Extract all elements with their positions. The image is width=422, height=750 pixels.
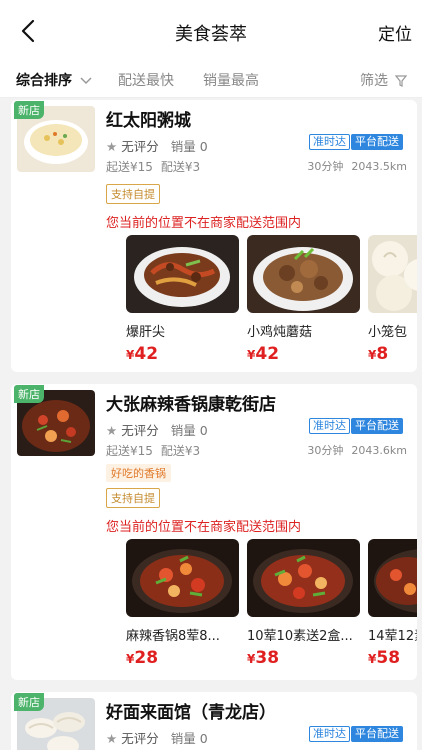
delivery-time: 30分钟 [307, 444, 344, 457]
rating-text: 无评分 [121, 731, 159, 746]
sort-top-sales[interactable]: 销量最高 [203, 70, 259, 90]
dish-name: 爆肝尖 [126, 325, 166, 340]
delivery-time: 30分钟 [307, 160, 344, 173]
new-badge: 新店 [14, 101, 44, 119]
shop-name: 好面来面馆（青龙店） [106, 703, 276, 723]
star-icon: ★ [106, 731, 118, 746]
dish-image [126, 235, 239, 313]
filter-icon [395, 75, 408, 87]
nav-bar: 美食荟萃 定位 [0, 0, 422, 62]
min-order: 起送¥15 [106, 444, 153, 458]
dish-price: ¥42 [126, 344, 239, 364]
star-icon: ★ [106, 423, 118, 438]
distance: 2043.5km [351, 160, 407, 173]
sales-count: 销量 0 [170, 139, 208, 154]
dish-item[interactable]: 小笼包 ¥8 [368, 235, 417, 364]
rating-text: 无评分 [121, 423, 159, 438]
time-distance: 30分钟 2043.6km [307, 442, 407, 458]
sales-count: 销量 0 [170, 423, 208, 438]
dish-item[interactable]: 小鸡炖蘑菇 ¥42 [247, 235, 360, 364]
dish-price: ¥38 [247, 648, 360, 668]
shop-card[interactable]: 新店 好面来面馆（青龙店） ★ 无评分 销量 0 准时达 平台配送 [11, 692, 417, 750]
sales-count: 销量 0 [170, 731, 208, 746]
on-time-tag: 准时达 [309, 726, 350, 742]
new-badge: 新店 [14, 385, 44, 403]
sort-comprehensive-label: 综合排序 [16, 73, 72, 89]
dish-item[interactable]: 麻辣香锅8荤8... ¥28 [126, 539, 239, 668]
dish-image [368, 539, 417, 617]
pickup-tag: 支持自提 [106, 184, 160, 204]
promo-tag: 好吃的香锅 [106, 464, 171, 482]
shop-name: 大张麻辣香锅康乾街店 [106, 395, 276, 415]
rating-row: ★ 无评分 销量 0 [106, 136, 208, 155]
dish-name: 小鸡炖蘑菇 [247, 325, 313, 340]
dish-item[interactable]: 10荤10素送2盒... ¥38 [247, 539, 360, 668]
dish-image [368, 235, 417, 313]
price-value: 42 [134, 344, 159, 364]
price-value: 8 [376, 344, 389, 364]
on-time-tag: 准时达 [309, 134, 350, 150]
min-order: 起送¥15 [106, 160, 153, 174]
time-distance: 30分钟 2043.5km [307, 158, 407, 174]
filter-button[interactable]: 筛选 [360, 70, 408, 90]
shop-name: 红太阳粥城 [106, 111, 191, 131]
dish-name: 14荤12素 [368, 629, 417, 644]
fee-row: 起送¥15 配送¥3 [106, 442, 200, 459]
rating-row: ★ 无评分 销量 0 [106, 420, 208, 439]
new-badge: 新店 [14, 693, 44, 711]
price-value: 38 [255, 648, 280, 668]
delivery-fee: 配送¥3 [160, 444, 201, 458]
dish-price: ¥8 [368, 344, 417, 364]
dish-name: 小笼包 [368, 325, 408, 340]
rating-text: 无评分 [121, 139, 159, 154]
delivery-warning: 您当前的位置不在商家配送范围内 [106, 216, 302, 231]
dish-name: 麻辣香锅8荤8... [126, 629, 220, 644]
on-time-tag: 准时达 [309, 418, 350, 434]
sort-fastest[interactable]: 配送最快 [118, 70, 174, 90]
price-value: 58 [376, 648, 401, 668]
shop-card[interactable]: 新店 红太阳粥城 ★ 无评分 销量 0 准时达 平台配送 起送¥15 配送¥3 30分… [11, 100, 417, 372]
dish-image [126, 539, 239, 617]
delivery-warning: 您当前的位置不在商家配送范围内 [106, 520, 302, 535]
platform-delivery-tag: 平台配送 [351, 418, 403, 434]
distance: 2043.6km [351, 444, 407, 457]
sort-comprehensive[interactable]: 综合排序 [16, 70, 92, 90]
dish-price: ¥42 [247, 344, 360, 364]
sort-bar: 综合排序 配送最快 销量最高 筛选 [0, 62, 422, 98]
platform-delivery-tag: 平台配送 [351, 134, 403, 150]
shop-card[interactable]: 新店 大张麻辣香锅康乾街店 ★ 无评分 销量 0 准时达 平台配送 起送¥15 配送¥… [11, 384, 417, 680]
price-value: 42 [255, 344, 280, 364]
dish-price: ¥58 [368, 648, 417, 668]
dish-name: 10荤10素送2盒... [247, 629, 353, 644]
dish-image [247, 235, 360, 313]
chevron-down-icon [80, 77, 92, 85]
delivery-fee: 配送¥3 [160, 160, 201, 174]
platform-delivery-tag: 平台配送 [351, 726, 403, 742]
rating-row: ★ 无评分 销量 0 [106, 728, 208, 747]
dish-image [247, 539, 360, 617]
dish-price: ¥28 [126, 648, 239, 668]
filter-label: 筛选 [360, 73, 388, 89]
page-title: 美食荟萃 [175, 24, 247, 45]
price-value: 28 [134, 648, 159, 668]
fee-row: 起送¥15 配送¥3 [106, 158, 200, 175]
dish-item[interactable]: 爆肝尖 ¥42 [126, 235, 239, 364]
pickup-tag: 支持自提 [106, 488, 160, 508]
star-icon: ★ [106, 139, 118, 154]
locate-button[interactable]: 定位 [378, 20, 412, 45]
dish-item[interactable]: 14荤12素 ¥58 [368, 539, 417, 668]
